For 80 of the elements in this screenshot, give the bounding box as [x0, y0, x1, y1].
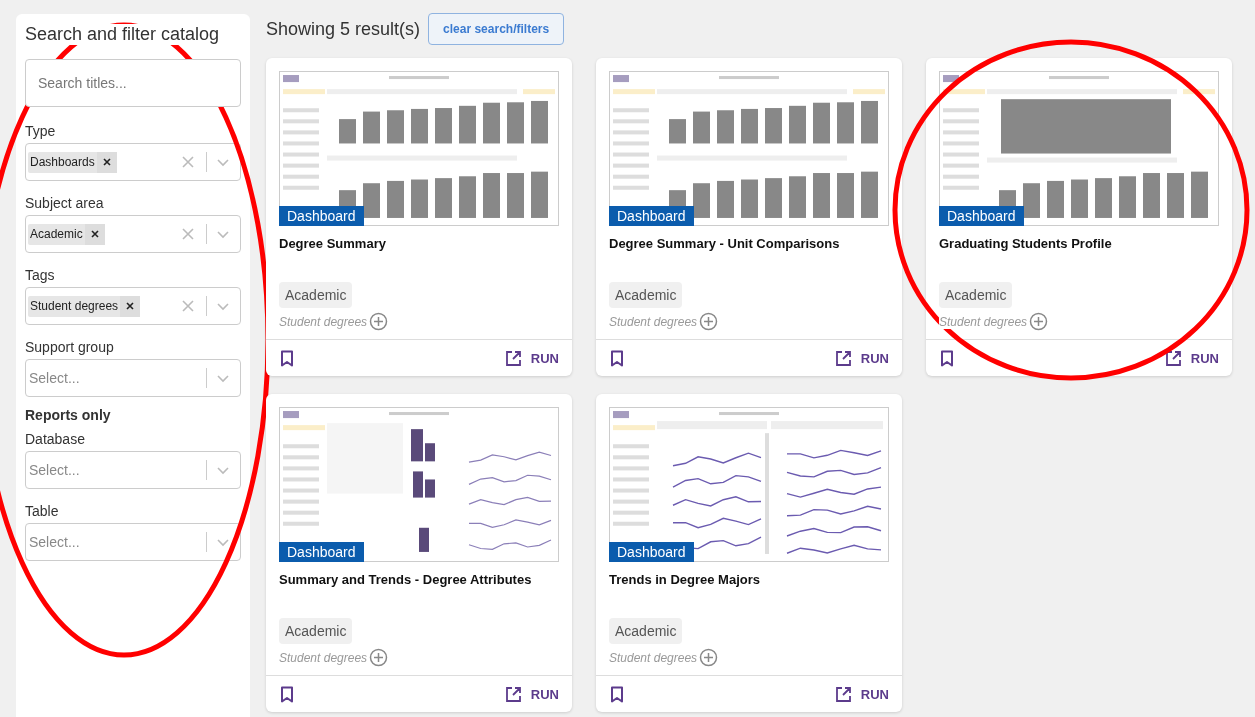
chevron-down-icon[interactable]	[216, 157, 230, 167]
panel-title: Search and filter catalog	[25, 24, 220, 45]
chevron-down-icon[interactable]	[216, 373, 230, 383]
tag-label: Student degrees	[609, 314, 698, 329]
field-label: Support group	[25, 339, 115, 355]
clear-icon[interactable]	[182, 156, 194, 168]
type-badge: Dashboard	[609, 206, 694, 226]
type-badge: Dashboard	[279, 206, 364, 226]
remove-icon[interactable]	[120, 295, 141, 317]
add-icon[interactable]	[699, 648, 719, 667]
select-field[interactable]: Select...	[25, 523, 241, 561]
tag-label: Student degrees	[609, 650, 698, 665]
external-link-icon	[1164, 349, 1182, 367]
chip-label: Academic	[29, 227, 84, 241]
bookmark-icon[interactable]	[280, 685, 294, 703]
external-link-icon	[834, 349, 852, 367]
chip-label: Student degrees	[29, 299, 120, 313]
chevron-down-icon[interactable]	[216, 537, 230, 547]
subject-tag: Academic	[609, 618, 683, 644]
add-icon[interactable]	[1029, 312, 1049, 331]
field-label: Table	[25, 503, 60, 519]
chevron-down-icon[interactable]	[216, 229, 230, 239]
dashboard-preview-drawing[interactable]	[609, 71, 889, 226]
external-link-icon	[504, 685, 522, 703]
card-title[interactable]: Graduating Students Profile	[939, 236, 1219, 251]
field-label: Type	[25, 123, 57, 139]
card-title[interactable]: Degree Summary - Unit Comparisons	[609, 236, 889, 251]
type-badge: Dashboard	[609, 542, 694, 562]
tag-label: Student degrees	[279, 650, 368, 665]
subject-tag: Academic	[279, 282, 353, 308]
dashboard-preview-drawing[interactable]	[609, 407, 889, 562]
run-button[interactable]: RUN	[504, 349, 559, 367]
run-button[interactable]: RUN	[1164, 349, 1219, 367]
tag-label: Student degrees	[279, 314, 368, 329]
run-button[interactable]: RUN	[504, 685, 559, 703]
field-label: Database	[25, 431, 86, 447]
external-link-icon	[504, 349, 522, 367]
bookmark-icon[interactable]	[610, 685, 624, 703]
remove-icon[interactable]	[96, 151, 117, 173]
card-title[interactable]: Summary and Trends - Degree Attributes	[279, 572, 559, 587]
run-button[interactable]: RUN	[834, 349, 889, 367]
field-label: Subject area	[25, 195, 105, 211]
run-button[interactable]: RUN	[834, 685, 889, 703]
subject-tag: Academic	[939, 282, 1013, 308]
select-placeholder: Select...	[28, 534, 80, 550]
chevron-down-icon[interactable]	[216, 465, 230, 475]
bookmark-icon[interactable]	[940, 349, 954, 367]
bookmark-icon[interactable]	[610, 349, 624, 367]
remove-icon[interactable]	[84, 223, 105, 245]
add-icon[interactable]	[699, 312, 719, 331]
select-field[interactable]: Student degrees	[25, 287, 241, 325]
select-placeholder: Select...	[28, 370, 80, 386]
clear-icon[interactable]	[182, 228, 194, 240]
select-field[interactable]: Select...	[25, 451, 241, 489]
card-title[interactable]: Degree Summary	[279, 236, 559, 251]
type-badge: Dashboard	[939, 206, 1024, 226]
select-placeholder: Select...	[28, 462, 80, 478]
subject-tag: Academic	[609, 282, 683, 308]
select-field[interactable]: Dashboards	[25, 143, 241, 181]
search-field[interactable]: Search titles...	[25, 59, 241, 107]
subject-tag: Academic	[279, 618, 353, 644]
dashboard-preview-drawing[interactable]	[279, 71, 559, 226]
tag-label: Student degrees	[939, 314, 1028, 329]
select-field[interactable]: Academic	[25, 215, 241, 253]
chevron-down-icon[interactable]	[216, 301, 230, 311]
results-count: Showing 5 result(s)	[266, 18, 421, 40]
add-icon[interactable]	[369, 312, 389, 331]
dashboard-preview-drawing[interactable]	[939, 71, 1219, 226]
select-field[interactable]: Select...	[25, 359, 241, 397]
field-label: Tags	[25, 267, 56, 283]
add-icon[interactable]	[369, 648, 389, 667]
type-badge: Dashboard	[279, 542, 364, 562]
chip-label: Dashboards	[29, 155, 96, 169]
external-link-icon	[834, 685, 852, 703]
dashboard-preview-drawing[interactable]	[279, 407, 559, 562]
bookmark-icon[interactable]	[280, 349, 294, 367]
clear-filters-button[interactable]: clear search/filters	[428, 13, 565, 45]
clear-icon[interactable]	[182, 300, 194, 312]
card-title[interactable]: Trends in Degree Majors	[609, 572, 889, 587]
section-heading: Reports only	[25, 407, 112, 423]
